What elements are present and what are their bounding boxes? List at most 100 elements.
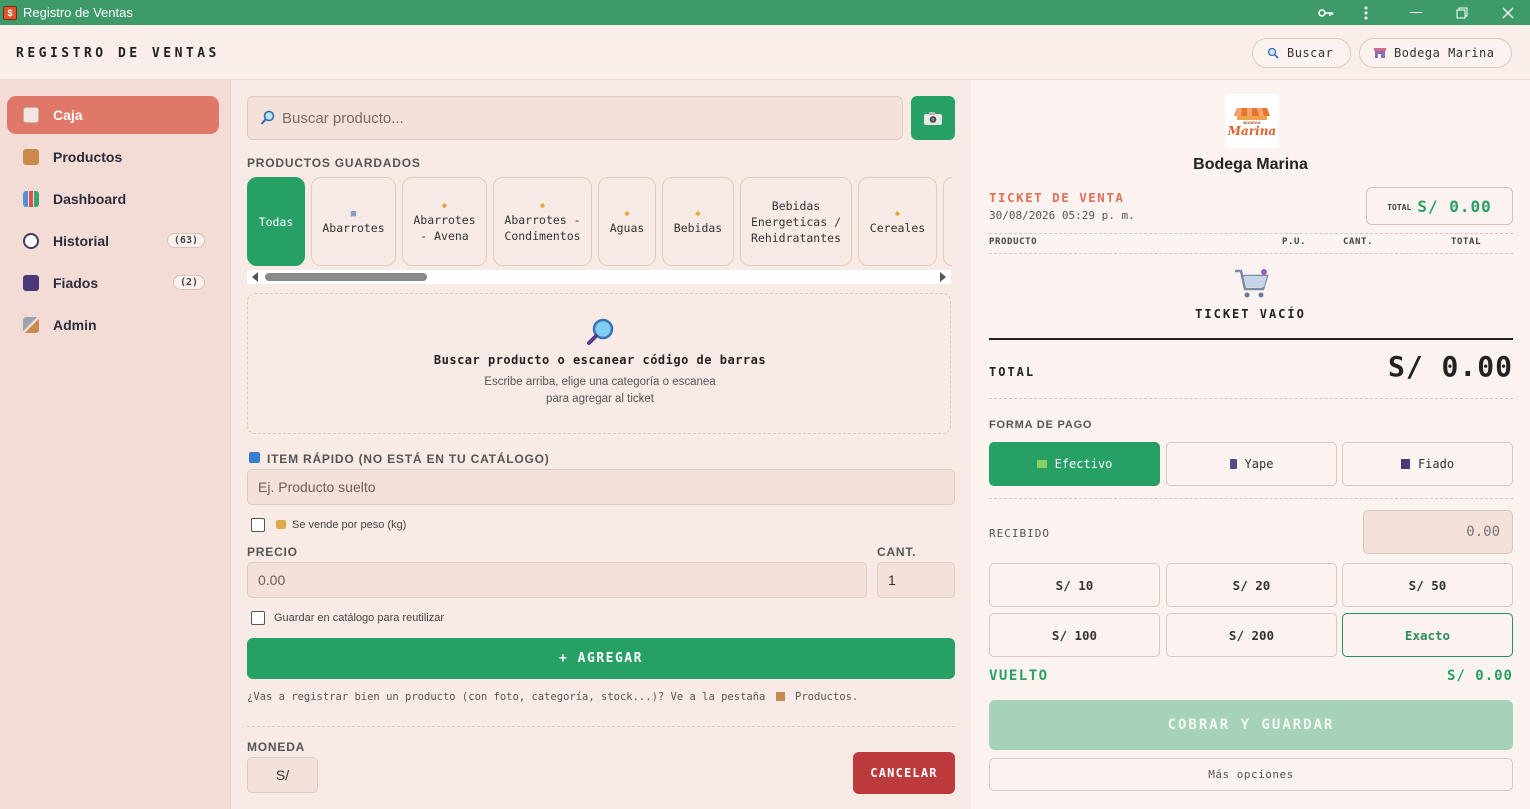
qty-input[interactable]: 1 [877,562,955,598]
tag-icon: ◆ [441,200,448,211]
scroll-left-icon[interactable] [251,272,259,282]
restore-icon[interactable] [1439,0,1485,25]
received-label: RECIBIDO [989,527,1050,540]
sidebar-item-dashboard[interactable]: Dashboard [7,180,219,218]
cancel-button[interactable]: CANCELAR [853,752,955,794]
save-catalog-label: Guardar en catálogo para reutilizar [274,612,444,624]
more-vertical-icon[interactable] [1343,0,1389,25]
payment-label-yape: Yape [1244,457,1274,471]
quick-amount-label: S/ 200 [1228,627,1275,643]
payment-efectivo[interactable]: Efectivo [989,442,1160,486]
quick-amount-100[interactable]: S/ 100 [989,613,1160,657]
store-button[interactable]: Bodega Marina [1359,38,1512,68]
received-input[interactable]: 0.00 [1363,510,1513,554]
minimize-icon[interactable] [1393,0,1439,25]
sidebar-item-admin[interactable]: Admin [7,306,219,344]
by-weight-checkbox[interactable] [251,518,265,532]
price-label: PRECIO [247,545,298,559]
received-placeholder: 0.00 [1466,524,1500,540]
column-total: TOTAL [1451,237,1482,247]
more-options-button[interactable]: Más opciones [989,758,1513,791]
fiados-count-badge: (2) [172,275,205,290]
column-cant: CANT. [1343,237,1374,247]
total-chip-label: TOTAL [1387,203,1412,212]
divider [989,338,1513,340]
quick-amount-20[interactable]: S/ 20 [1166,563,1337,607]
category-bebidas-energeticas[interactable]: Bebidas Energeticas / Rehidratantes [740,177,852,266]
category-todas[interactable]: Todas [247,177,305,266]
charge-save-label: COBRAR Y GUARDAR [1167,717,1335,733]
add-item-button[interactable]: + AGREGAR [247,638,955,679]
payment-yape[interactable]: Yape [1166,442,1337,486]
category-scrollbar[interactable] [247,270,951,284]
by-weight-label: Se vende por peso (kg) [292,519,407,531]
quick-amount-10[interactable]: S/ 10 [989,563,1160,607]
product-search-placeholder: Buscar producto... [282,109,404,127]
quick-amount-200[interactable]: S/ 200 [1166,613,1337,657]
qty-value: 1 [888,572,896,588]
currency-select[interactable]: S/ [247,757,318,793]
category-aguas[interactable]: ◆ Aguas [598,177,656,266]
change-label: VUELTO [989,668,1049,684]
productos-tab-link[interactable]: Productos. [795,691,858,703]
divider [989,233,1513,234]
window-title: Registro de Ventas [23,5,133,20]
package-icon [775,692,785,701]
quick-amount-label: S/ 100 [1051,627,1098,643]
sidebar-item-caja[interactable]: Caja [7,96,219,134]
saved-products-label: PRODUCTOS GUARDADOS [247,156,421,170]
charge-save-button[interactable]: COBRAR Y GUARDAR [989,700,1513,750]
quick-amount-50[interactable]: S/ 50 [1342,563,1513,607]
tag-icon: ◆ [624,208,630,219]
category-partial[interactable] [943,177,952,266]
search-button[interactable]: Buscar [1252,38,1351,68]
price-input[interactable]: 0.00 [247,562,867,598]
sidebar-item-productos[interactable]: Productos [7,138,219,176]
cash-icon [1036,460,1047,468]
hint-text: ¿Vas a registrar bien un producto (con f… [247,691,766,703]
page-title: REGISTRO DE VENTAS [16,46,220,61]
scrollbar-thumb[interactable] [265,273,427,281]
notebook-icon [1400,459,1410,469]
phone-icon [1229,459,1237,469]
sidebar-item-historial[interactable]: Historial (63) [7,222,219,260]
ticket-datetime: 30/08/2026 05:29 p. m. [989,209,1135,222]
bar-chart-icon [23,191,39,207]
quick-amount-label: S/ 20 [1232,577,1271,593]
tag-icon: ◆ [695,208,701,219]
camera-scan-button[interactable] [911,96,955,140]
category-cereales[interactable]: ◆ Cereales [858,177,937,266]
app-header: REGISTRO DE VENTAS Buscar Bodega Marina [0,25,1530,80]
category-label: Abarrotes [322,220,385,235]
close-icon[interactable] [1485,0,1530,25]
logo-text: Marina [1227,124,1277,138]
payment-fiado[interactable]: Fiado [1342,442,1513,486]
receipt-icon [23,107,39,123]
currency-label: MONEDA [247,740,306,754]
category-label: Abarrotes - Condimentos [504,212,581,243]
sidebar-item-label: Fiados [53,275,99,291]
product-panel: Buscar producto... PRODUCTOS GUARDADOS T… [232,80,971,809]
scroll-right-icon[interactable] [939,272,947,282]
category-bebidas[interactable]: ◆ Bebidas [662,177,734,266]
quick-item-name-input[interactable]: Ej. Producto suelto [247,469,955,505]
category-label: Todas [258,214,294,229]
sidebar-item-fiados[interactable]: Fiados (2) [7,264,219,302]
divider [989,253,1513,254]
category-abarrotes-avena[interactable]: ◆ Abarrotes - Avena [402,177,487,266]
payment-label-fiado: Fiado [1417,457,1455,471]
cancel-button-label: CANCELAR [870,766,938,780]
save-catalog-checkbox[interactable] [251,611,265,625]
tag-icon: ◆ [894,208,901,219]
category-abarrotes-condimentos[interactable]: ◆ Abarrotes - Condimentos [493,177,592,266]
more-options-label: Más opciones [1208,768,1294,781]
empty-line1: Escribe arriba, elige una categoría o es… [484,376,716,388]
sidebar: Caja Productos Dashboard Historial (63) … [0,80,231,809]
category-abarrotes[interactable]: ■ Abarrotes [311,177,396,266]
total-chip-value: S/ 0.00 [1417,196,1492,216]
title-bar: $ Registro de Ventas [0,0,1530,25]
clock-icon [23,233,39,249]
quick-amount-exact[interactable]: Exacto [1342,613,1513,657]
category-label: Cereales [869,220,926,235]
product-search-input[interactable]: Buscar producto... [247,96,903,140]
